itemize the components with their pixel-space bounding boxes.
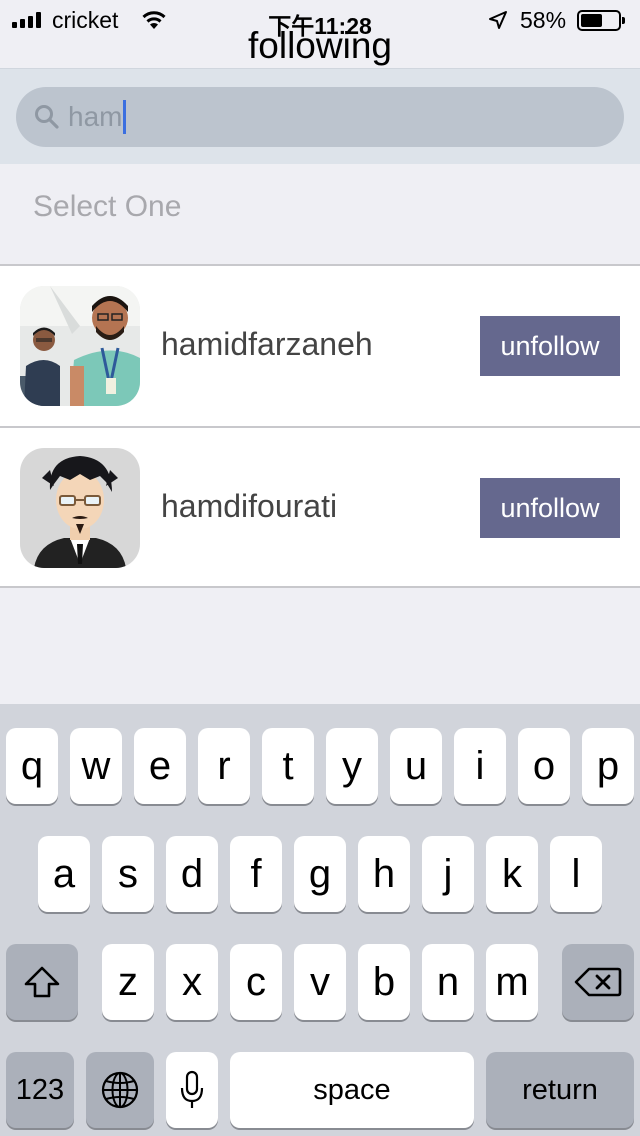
key-h[interactable]: h — [358, 836, 410, 912]
list-item[interactable]: hamdifourati unfollow — [0, 426, 640, 588]
key-x[interactable]: x — [166, 944, 218, 1020]
key-q[interactable]: q — [6, 728, 58, 804]
key-b[interactable]: b — [358, 944, 410, 1020]
unfollow-button[interactable]: unfollow — [480, 478, 620, 538]
key-y[interactable]: y — [326, 728, 378, 804]
shift-icon — [24, 966, 60, 998]
return-key[interactable]: return — [486, 1052, 634, 1128]
dictation-key[interactable] — [166, 1052, 218, 1128]
key-s[interactable]: s — [102, 836, 154, 912]
list-item[interactable]: hamidfarzaneh unfollow — [0, 264, 640, 426]
search-input[interactable]: ham — [16, 87, 624, 147]
search-icon — [35, 105, 59, 129]
key-o[interactable]: o — [518, 728, 570, 804]
globe-icon — [101, 1071, 139, 1109]
key-n[interactable]: n — [422, 944, 474, 1020]
space-key[interactable]: space — [230, 1052, 474, 1128]
key-i[interactable]: i — [454, 728, 506, 804]
key-c[interactable]: c — [230, 944, 282, 1020]
search-bar: ham — [0, 68, 640, 164]
key-m[interactable]: m — [486, 944, 538, 1020]
search-input-value: ham — [68, 99, 127, 134]
key-t[interactable]: t — [262, 728, 314, 804]
delete-key[interactable] — [562, 944, 634, 1020]
key-j[interactable]: j — [422, 836, 474, 912]
key-v[interactable]: v — [294, 944, 346, 1020]
unfollow-button[interactable]: unfollow — [480, 316, 620, 376]
key-l[interactable]: l — [550, 836, 602, 912]
user-list: hamidfarzaneh unfollow hamdifourati unfo — [0, 264, 640, 588]
key-z[interactable]: z — [102, 944, 154, 1020]
avatar — [20, 448, 140, 568]
key-p[interactable]: p — [582, 728, 634, 804]
microphone-icon — [180, 1070, 204, 1108]
avatar — [20, 286, 140, 406]
text-caret — [123, 99, 127, 134]
key-f[interactable]: f — [230, 836, 282, 912]
key-a[interactable]: a — [38, 836, 90, 912]
username: hamdifourati — [161, 488, 338, 524]
select-one-hint: Select One — [33, 190, 182, 223]
key-e[interactable]: e — [134, 728, 186, 804]
key-g[interactable]: g — [294, 836, 346, 912]
username: hamidfarzaneh — [161, 326, 373, 362]
keyboard: q w e r t y u i o p a s d f g h j k l z … — [0, 704, 640, 1136]
shift-key[interactable] — [6, 944, 78, 1020]
key-r[interactable]: r — [198, 728, 250, 804]
key-d[interactable]: d — [166, 836, 218, 912]
numbers-key[interactable]: 123 — [6, 1052, 74, 1128]
key-u[interactable]: u — [390, 728, 442, 804]
delete-icon — [574, 967, 622, 997]
key-k[interactable]: k — [486, 836, 538, 912]
globe-key[interactable] — [86, 1052, 154, 1128]
page-title: following — [248, 25, 392, 66]
key-w[interactable]: w — [70, 728, 122, 804]
